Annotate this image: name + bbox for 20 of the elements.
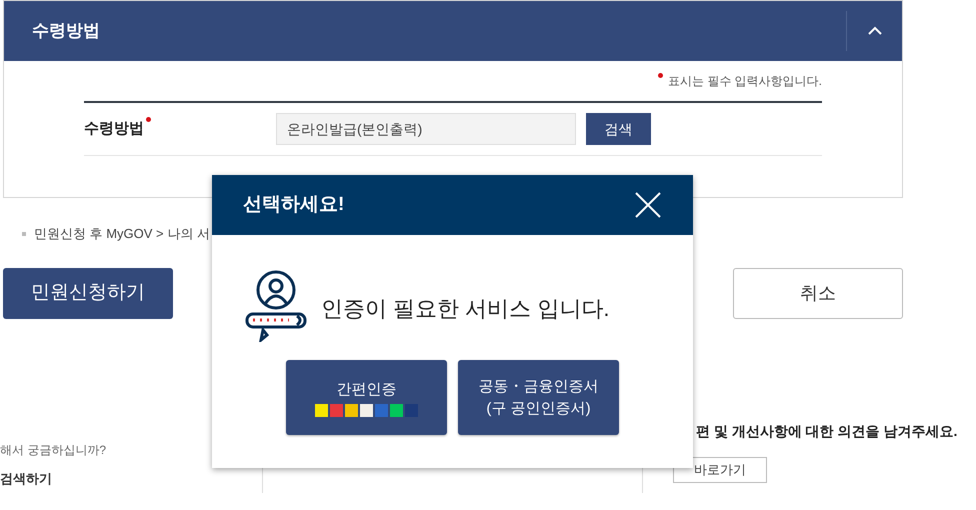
receipt-method-field[interactable]: 온라인발급(본인출력) <box>276 113 576 145</box>
feedback-text: 편 및 개선사항에 대한 의견을 남겨주세요. <box>696 422 958 440</box>
modal-message: 인증이 필요한 서비스 입니다. <box>321 294 610 322</box>
go-button[interactable]: 바로가기 <box>673 456 767 482</box>
field-label: 수령방법 <box>84 118 144 139</box>
apply-button[interactable]: 민원신청하기 <box>3 268 173 318</box>
chevron-up-icon[interactable] <box>866 26 882 36</box>
close-icon[interactable] <box>634 191 662 219</box>
search-link[interactable]: 검색하기 <box>0 468 262 488</box>
cancel-button[interactable]: 취소 <box>733 268 903 318</box>
modal-title: 선택하세요! <box>243 192 344 217</box>
search-button[interactable]: 검색 <box>586 113 651 145</box>
guide-note: 민원신청 후 MyGOV > 나의 서 <box>34 225 210 243</box>
required-note: 표시는 필수 입력사항입니다. <box>668 73 822 90</box>
help-question: 해서 궁금하십니까? <box>0 442 108 458</box>
auth-option-button[interactable]: 공동・금융인증서 (구 공인인증서) <box>458 360 619 435</box>
auth-option-button[interactable]: 간편인증 <box>286 360 447 435</box>
user-password-icon <box>245 270 309 342</box>
bullet-icon <box>22 232 26 236</box>
section-title: 수령방법 <box>32 20 100 42</box>
